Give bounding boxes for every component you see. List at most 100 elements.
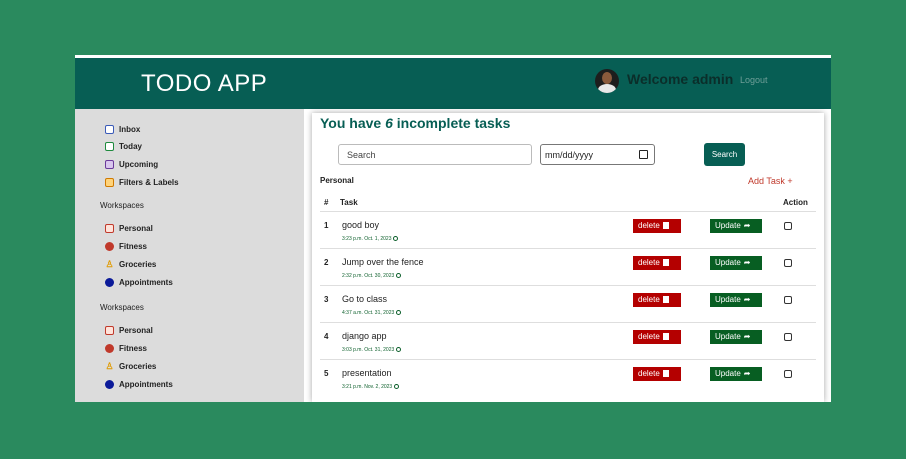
welcome-text: Welcome admin xyxy=(627,71,734,87)
calendar-today-icon xyxy=(105,141,114,151)
sidebar-item-personal[interactable]: Personal xyxy=(105,323,153,337)
update-button[interactable]: Update ➦ xyxy=(710,219,762,233)
update-label: Update xyxy=(715,258,741,267)
complete-checkbox[interactable] xyxy=(784,296,792,304)
table-row: 2 Jump over the fence 2:32 p.m. Oct. 30,… xyxy=(320,248,816,285)
sidebar-item-upcoming[interactable]: Upcoming xyxy=(105,157,158,171)
logout-link[interactable]: Logout xyxy=(740,75,768,85)
table-row: 3 Go to class 4:37 a.m. Oct. 31, 2023 de… xyxy=(320,285,816,322)
share-arrow-icon: ➦ xyxy=(743,369,751,378)
task-number: 4 xyxy=(324,332,329,341)
complete-checkbox[interactable] xyxy=(784,370,792,378)
sidebar-item-groceries[interactable]: ♙ Groceries xyxy=(105,257,156,271)
update-button[interactable]: Update ➦ xyxy=(710,256,762,270)
update-button[interactable]: Update ➦ xyxy=(710,293,762,307)
sidebar-item-today[interactable]: Today xyxy=(105,139,142,153)
delete-label: delete xyxy=(638,332,660,341)
task-title[interactable]: Jump over the fence xyxy=(342,257,424,267)
appointments-dot-icon xyxy=(105,277,114,287)
task-timestamp: 2:32 p.m. Oct. 30, 2023 xyxy=(342,273,402,279)
avatar[interactable] xyxy=(595,69,619,93)
fitness-dot-icon xyxy=(105,241,114,251)
inbox-icon xyxy=(105,124,114,134)
sidebar-item-groceries[interactable]: ♙ Groceries xyxy=(105,359,156,373)
alarm-clock-icon xyxy=(393,236,399,242)
sidebar-item-filters-labels[interactable]: Filters & Labels xyxy=(105,175,179,189)
sidebar-item-label: Personal xyxy=(119,325,153,335)
complete-checkbox[interactable] xyxy=(784,333,792,341)
column-header-task: Task xyxy=(340,198,358,207)
complete-checkbox[interactable] xyxy=(784,259,792,267)
sidebar-item-fitness[interactable]: Fitness xyxy=(105,239,147,253)
sidebar-item-label: Upcoming xyxy=(119,159,159,169)
timestamp-text: 3:21 p.m. Nov. 2, 2023 xyxy=(342,384,393,390)
task-title[interactable]: presentation xyxy=(342,368,392,378)
appointments-dot-icon xyxy=(105,379,114,389)
alarm-clock-icon xyxy=(396,310,402,316)
share-arrow-icon: ➦ xyxy=(743,332,751,341)
delete-button[interactable]: delete xyxy=(633,293,681,307)
delete-button[interactable]: delete xyxy=(633,367,681,381)
calendar-upcoming-icon xyxy=(105,159,114,169)
sidebar-item-label: Fitness xyxy=(119,343,148,353)
page-title: You have 6 incomplete tasks xyxy=(320,115,510,131)
add-task-button[interactable]: Add Task + xyxy=(748,176,793,186)
delete-label: delete xyxy=(638,258,660,267)
sidebar: Inbox Today Upcoming Filters & Labels Wo… xyxy=(75,109,304,402)
workspaces-heading: Workspaces xyxy=(100,303,144,312)
sidebar-item-fitness[interactable]: Fitness xyxy=(105,341,147,355)
task-title[interactable]: Go to class xyxy=(342,294,387,304)
share-arrow-icon: ➦ xyxy=(743,295,751,304)
sidebar-item-label: Inbox xyxy=(119,124,141,134)
sidebar-item-inbox[interactable]: Inbox xyxy=(105,122,140,136)
share-arrow-icon: ➦ xyxy=(743,258,751,267)
trash-icon xyxy=(662,222,669,229)
trash-icon xyxy=(662,259,669,266)
delete-button[interactable]: delete xyxy=(633,256,681,270)
task-number: 5 xyxy=(324,369,329,378)
timestamp-text: 2:32 p.m. Oct. 30, 2023 xyxy=(342,273,395,279)
update-button[interactable]: Update ➦ xyxy=(710,367,762,381)
alarm-clock-icon xyxy=(394,384,400,390)
update-label: Update xyxy=(715,369,741,378)
table-row: 1 good boy 3:23 p.m. Oct. 1, 2023 delete… xyxy=(320,211,816,248)
update-button[interactable]: Update ➦ xyxy=(710,330,762,344)
avatar-body-shape xyxy=(598,84,616,93)
sidebar-item-label: Filters & Labels xyxy=(119,177,179,187)
task-panel: You have 6 incomplete tasks Search mm/dd… xyxy=(312,113,824,402)
personal-icon xyxy=(105,325,114,335)
date-placeholder: mm/dd/yyyy xyxy=(545,150,594,160)
title-prefix: You have xyxy=(320,115,386,131)
workspaces-heading: Workspaces xyxy=(100,201,144,210)
app-title: TODO APP xyxy=(141,70,268,97)
update-label: Update xyxy=(715,295,741,304)
search-input[interactable]: Search xyxy=(338,144,532,165)
task-timestamp: 3:21 p.m. Nov. 2, 2023 xyxy=(342,384,400,390)
timestamp-text: 4:37 a.m. Oct. 31, 2023 xyxy=(342,310,395,316)
sidebar-item-label: Today xyxy=(119,141,142,151)
table-row: 5 presentation 3:21 p.m. Nov. 2, 2023 de… xyxy=(320,359,816,396)
complete-checkbox[interactable] xyxy=(784,222,792,230)
calendar-icon[interactable] xyxy=(639,150,648,159)
sidebar-item-personal[interactable]: Personal xyxy=(105,221,153,235)
title-suffix: incomplete tasks xyxy=(392,115,511,131)
task-timestamp: 3:23 p.m. Oct. 1, 2023 xyxy=(342,236,399,242)
share-arrow-icon: ➦ xyxy=(743,221,751,230)
task-title[interactable]: good boy xyxy=(342,220,379,230)
delete-button[interactable]: delete xyxy=(633,330,681,344)
sidebar-item-label: Personal xyxy=(119,223,153,233)
table-row: 4 django app 3:03 p.m. Oct. 31, 2023 del… xyxy=(320,322,816,359)
personal-icon xyxy=(105,223,114,233)
sidebar-item-appointments[interactable]: Appointments xyxy=(105,275,173,289)
date-input[interactable]: mm/dd/yyyy xyxy=(540,144,655,165)
alarm-clock-icon xyxy=(396,273,402,279)
sidebar-item-appointments[interactable]: Appointments xyxy=(105,377,173,391)
task-number: 2 xyxy=(324,258,329,267)
search-button[interactable]: Search xyxy=(704,143,745,166)
alarm-clock-icon xyxy=(396,347,402,353)
task-timestamp: 3:03 p.m. Oct. 31, 2023 xyxy=(342,347,402,353)
task-title[interactable]: django app xyxy=(342,331,387,341)
delete-button[interactable]: delete xyxy=(633,219,681,233)
sidebar-item-label: Appointments xyxy=(119,379,173,389)
delete-label: delete xyxy=(638,295,660,304)
